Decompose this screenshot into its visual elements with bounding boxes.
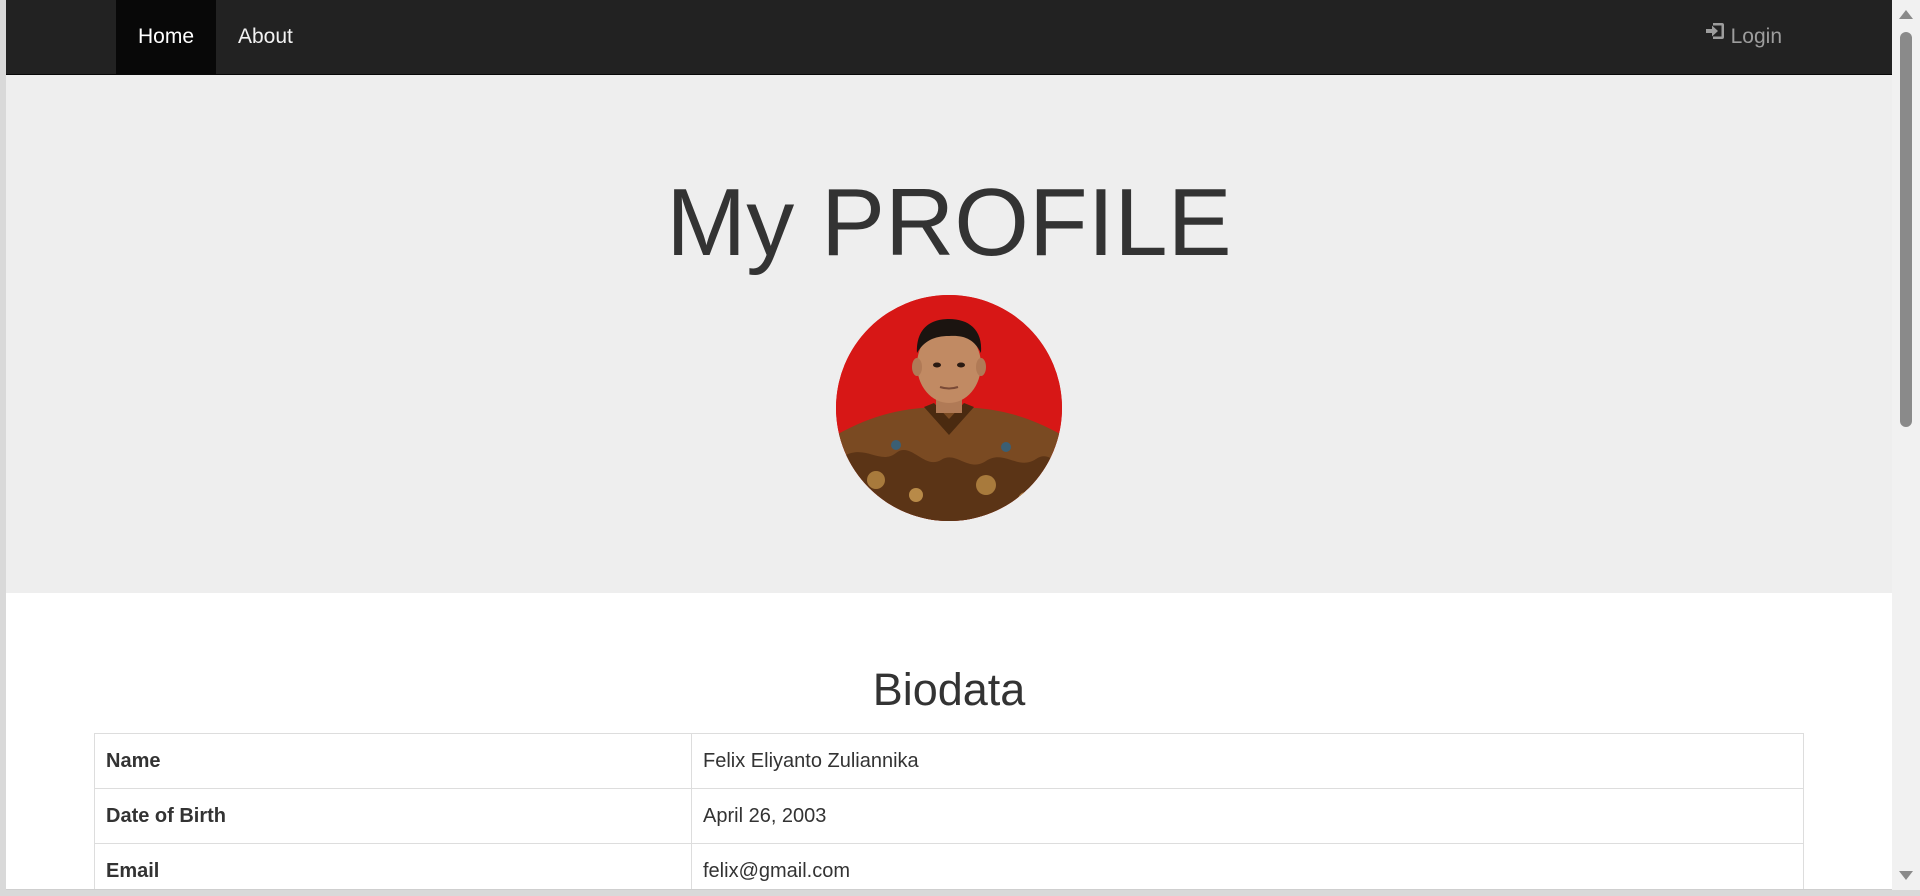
table-value: felix@gmail.com xyxy=(691,843,1804,889)
table-row: Date of Birth April 26, 2003 xyxy=(94,788,1804,844)
scrollbar-thumb[interactable] xyxy=(1900,32,1912,427)
table-key: Name xyxy=(94,733,692,789)
table-value: April 26, 2003 xyxy=(691,788,1804,844)
scroll-up-arrow-icon[interactable] xyxy=(1899,10,1913,19)
nav-home-link[interactable]: Home xyxy=(116,0,217,74)
scroll-down-arrow-icon[interactable] xyxy=(1899,871,1913,880)
table-row: Name Felix Eliyanto Zuliannika xyxy=(94,733,1804,789)
vertical-scrollbar[interactable] xyxy=(1892,0,1920,890)
avatar xyxy=(836,295,1062,521)
login-label: Login xyxy=(1730,25,1782,48)
biodata-title: Biodata xyxy=(872,664,1026,715)
page-title: My PROFILE xyxy=(666,169,1232,276)
table-value: Felix Eliyanto Zuliannika xyxy=(691,733,1804,789)
table-key: Date of Birth xyxy=(94,788,692,844)
login-link[interactable]: Login xyxy=(1703,0,1782,74)
profile-hero: My PROFILE xyxy=(6,75,1892,593)
nav-about-link[interactable]: About xyxy=(216,0,315,74)
sign-in-icon xyxy=(1703,0,1727,74)
top-navbar: Home About Login xyxy=(6,0,1892,75)
biodata-table: Name Felix Eliyanto Zuliannika Date of B… xyxy=(94,733,1804,889)
table-key: Email xyxy=(94,843,692,889)
page-viewport: Home About Login My PROFILE Biodata Name… xyxy=(6,0,1892,890)
table-row: Email felix@gmail.com xyxy=(94,843,1804,889)
